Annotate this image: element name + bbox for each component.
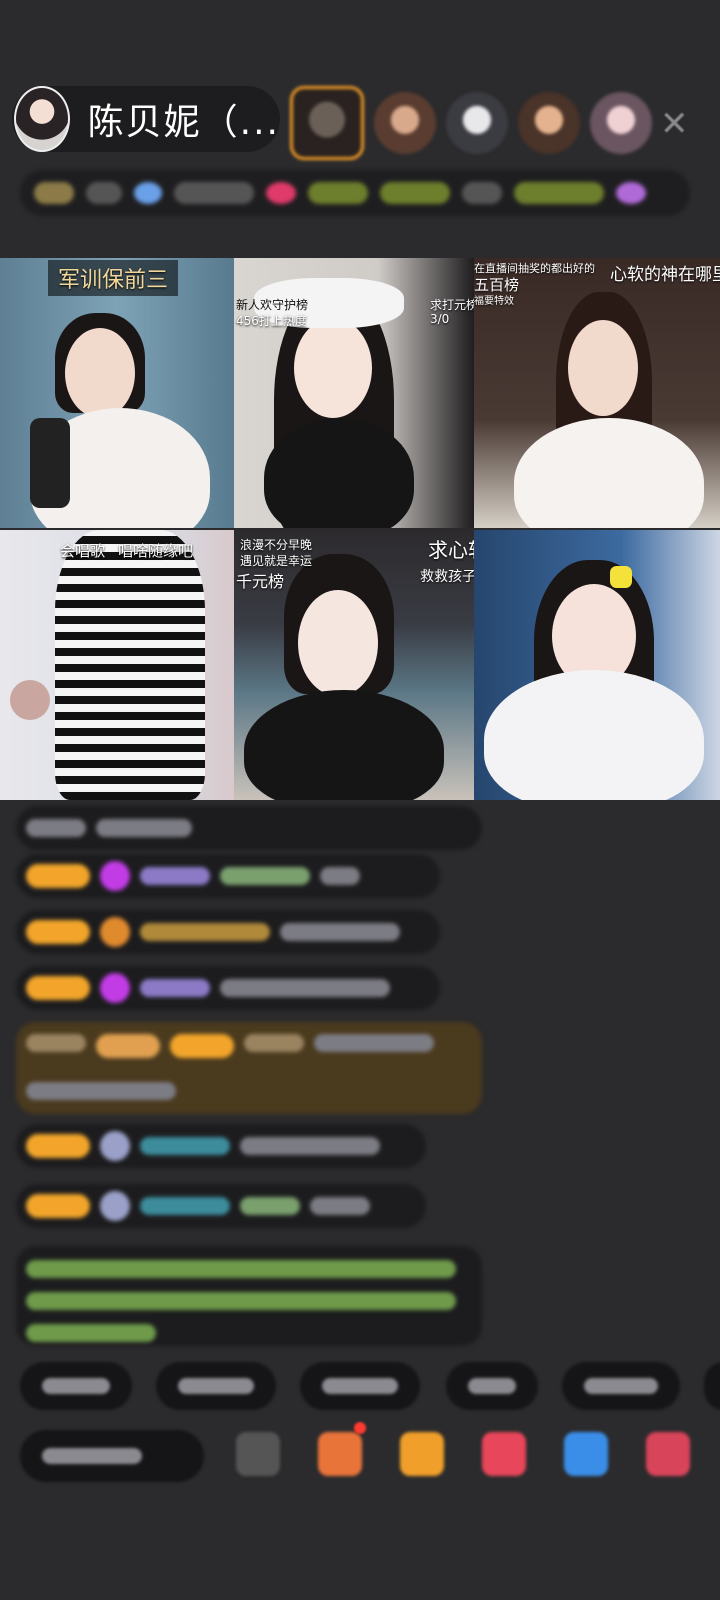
- guest-tile[interactable]: 军训保前三: [0, 258, 234, 528]
- quick-reply-chip[interactable]: [704, 1362, 720, 1410]
- tag-item: [266, 182, 296, 204]
- comment-input[interactable]: [20, 1430, 204, 1482]
- guest-tile[interactable]: 在直播间抽奖的都出好的 五百榜 福要特效 心软的神在哪里: [474, 258, 720, 528]
- tile-label: 浪漫不分早晚: [240, 538, 313, 552]
- tile-label: 3/0: [430, 312, 450, 326]
- guest-tile[interactable]: 浪漫不分早晚 遇见就是幸运 千元榜 求心软 救救孩子: [234, 530, 474, 800]
- tile-label: 唱啥随缘吧: [118, 542, 194, 560]
- game-icon[interactable]: [564, 1432, 608, 1476]
- close-icon[interactable]: ✕: [660, 104, 689, 144]
- tile-label: 新人欢守护榜: [236, 298, 309, 312]
- tag-item: [616, 182, 646, 204]
- tile-label: 军训保前三: [48, 260, 179, 296]
- guest-tile[interactable]: 会唱歌 唱啥随缘吧: [0, 530, 234, 800]
- emoji-icon[interactable]: [236, 1432, 280, 1476]
- viewer-avatar[interactable]: [374, 92, 436, 154]
- host-info[interactable]: 陈贝妮（...: [12, 86, 280, 152]
- chat-message: [16, 1124, 426, 1168]
- quick-reply-chip[interactable]: [156, 1362, 276, 1410]
- tile-label: 救救孩子: [420, 569, 474, 585]
- tag-item: [174, 182, 254, 204]
- chat-message: [16, 854, 440, 898]
- gift-box-icon[interactable]: [318, 1432, 362, 1476]
- tile-label: 福要特效: [474, 296, 514, 307]
- tag-item: [86, 182, 122, 204]
- tile-label: 心软的神在哪里: [610, 265, 720, 285]
- tile-label: 求打元榜: [430, 298, 474, 312]
- viewer-avatar[interactable]: [518, 92, 580, 154]
- viewer-avatar[interactable]: [290, 86, 364, 160]
- guest-tile[interactable]: 新人欢守护榜 456打上热度 求打元榜 3/0: [234, 258, 474, 528]
- quick-reply-chip[interactable]: [446, 1362, 538, 1410]
- host-avatar[interactable]: [14, 86, 70, 152]
- chat-message: [16, 806, 482, 850]
- viewer-avatar[interactable]: [446, 92, 508, 154]
- tile-label: 求心软: [428, 538, 474, 562]
- tile-label: 遇见就是幸运: [240, 554, 313, 568]
- shop-icon[interactable]: [482, 1432, 526, 1476]
- tag-item: [34, 182, 74, 204]
- gift-icon[interactable]: [646, 1432, 690, 1476]
- quick-reply-chip[interactable]: [20, 1362, 132, 1410]
- treasure-icon[interactable]: [400, 1432, 444, 1476]
- chat-message: [16, 1246, 482, 1346]
- multi-guest-video-grid: 军训保前三 新人欢守护榜 456打上热度 求打元榜 3/0 在直播间抽奖的都出好…: [0, 258, 720, 800]
- tag-item: [380, 182, 450, 204]
- notification-dot: [354, 1422, 366, 1434]
- tag-item: [514, 182, 604, 204]
- tag-item: [308, 182, 368, 204]
- chat-message: [16, 1022, 482, 1114]
- chat-message: [16, 966, 440, 1010]
- guest-tile[interactable]: [474, 530, 720, 800]
- viewer-avatar[interactable]: [590, 92, 652, 154]
- tag-item: [134, 182, 162, 204]
- live-tags-bar[interactable]: [20, 170, 690, 216]
- top-viewers: [290, 86, 652, 160]
- quick-reply-chip[interactable]: [300, 1362, 420, 1410]
- tile-label: 456打上热度: [236, 314, 307, 328]
- star-hairclip: [610, 566, 632, 588]
- tile-label: 会唱歌: [60, 542, 106, 560]
- tag-item: [462, 182, 502, 204]
- tile-label: 千元榜: [236, 572, 285, 591]
- host-name: 陈贝妮（...: [87, 102, 280, 143]
- quick-reply-chip[interactable]: [562, 1362, 680, 1410]
- chat-message: [16, 910, 440, 954]
- chat-message: [16, 1184, 426, 1228]
